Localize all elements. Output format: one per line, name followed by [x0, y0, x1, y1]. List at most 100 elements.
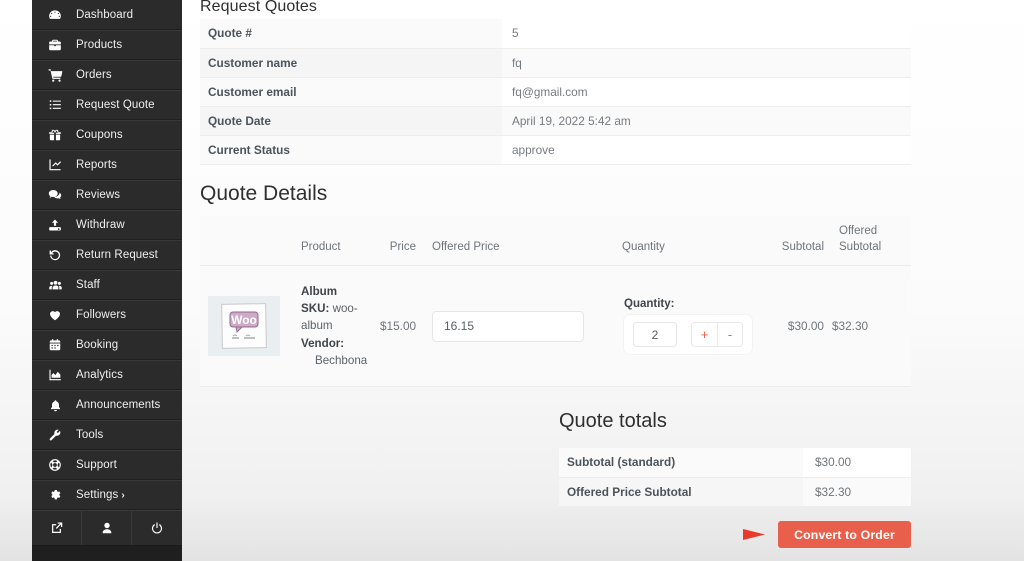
total-key: Subtotal (standard)	[559, 448, 803, 478]
cart-icon	[45, 68, 65, 83]
sidebar-item-label: Staff	[76, 279, 100, 291]
gift-icon	[45, 128, 65, 142]
offered-price-input[interactable]	[432, 310, 584, 342]
vendor-value: Bechbona	[315, 354, 368, 368]
sidebar-item-orders[interactable]: Orders	[32, 60, 182, 90]
sidebar-item-settings[interactable]: Settings ›	[32, 480, 182, 510]
offered-price-cell	[420, 265, 588, 388]
annotation-arrow-icon	[687, 529, 765, 540]
sidebar-item-staff[interactable]: Staff	[32, 270, 182, 300]
vendor-label: Vendor:	[301, 336, 345, 350]
total-value: $30.00	[803, 448, 911, 478]
row-value: 5	[502, 19, 911, 49]
row-key: Customer email	[200, 77, 502, 107]
row-value: fq@gmail.com	[502, 77, 911, 107]
sidebar-item-label: Settings	[76, 489, 119, 501]
product-thumbnail: Woo	[208, 296, 280, 357]
sidebar-item-booking[interactable]: Booking	[32, 330, 182, 360]
users-icon	[45, 278, 65, 293]
col-product: Product	[297, 216, 376, 267]
sidebar-item-reports[interactable]: Reports	[32, 150, 182, 180]
lifebuoy-icon	[45, 458, 65, 472]
quantity-decrement-button[interactable]: -	[717, 322, 743, 348]
quantity-input[interactable]	[633, 322, 677, 348]
list-icon	[45, 98, 65, 112]
row-key: Current Status	[200, 135, 502, 165]
table-row: Woo Album SKU: woo-album Vendor: Bechbon…	[200, 265, 911, 388]
sku-label: SKU:	[301, 301, 330, 315]
sidebar-item-coupons[interactable]: Coupons	[32, 120, 182, 150]
col-offered-subtotal: Offered Subtotal	[828, 216, 911, 267]
product-offered-subtotal: $32.30	[828, 265, 911, 388]
total-key: Offered Price Subtotal	[559, 477, 803, 507]
sidebar-item-label: Analytics	[76, 369, 123, 381]
page-title: Request Quotes	[200, 0, 318, 15]
total-value: $32.30	[803, 477, 911, 507]
user-icon	[100, 521, 114, 535]
external-link-icon	[50, 521, 64, 535]
logout-button[interactable]	[132, 511, 182, 545]
visit-store-button[interactable]	[32, 511, 82, 545]
sidebar-item-support[interactable]: Support	[32, 450, 182, 480]
quote-totals-title: Quote totals	[559, 410, 667, 432]
table-row: Quote # 5	[200, 19, 911, 49]
col-offered-price: Offered Price	[420, 216, 588, 267]
sidebar-item-label: Support	[76, 459, 117, 471]
woo-album-artwork-icon: Woo	[221, 303, 267, 349]
product-price: $15.00	[376, 265, 420, 388]
table-row: Subtotal (standard) $30.00	[559, 448, 911, 478]
sidebar-item-announcements[interactable]: Announcements	[32, 390, 182, 420]
chart-area-icon	[45, 368, 65, 382]
upload-icon	[45, 218, 65, 232]
table-row: Offered Price Subtotal $32.30	[559, 477, 911, 507]
quote-info-table: Quote # 5 Customer name fq Customer emai…	[200, 19, 911, 165]
chevron-right-icon: ›	[121, 489, 125, 501]
sidebar-item-return-request[interactable]: Return Request	[32, 240, 182, 270]
sidebar-footer	[32, 510, 182, 546]
sidebar-item-analytics[interactable]: Analytics	[32, 360, 182, 390]
wrench-icon	[45, 428, 65, 442]
quote-details-title: Quote Details	[200, 182, 328, 205]
sidebar-item-products[interactable]: Products	[32, 30, 182, 60]
sidebar-item-label: Reports	[76, 159, 117, 171]
col-price: Price	[376, 216, 420, 267]
col-thumbnail	[200, 216, 297, 267]
table-row: Quote Date April 19, 2022 5:42 am	[200, 106, 911, 136]
sidebar-item-label: Booking	[76, 339, 119, 351]
product-name: Album	[301, 284, 338, 298]
product-thumbnail-cell: Woo	[200, 265, 297, 388]
calendar-icon	[45, 338, 65, 352]
sidebar-item-tools[interactable]: Tools	[32, 420, 182, 450]
sidebar-item-label: Dashboard	[76, 8, 134, 21]
row-value: fq	[502, 48, 911, 78]
bell-icon	[45, 399, 65, 412]
sidebar-item-request-quote[interactable]: Request Quote	[32, 90, 182, 120]
table-row: Customer email fq@gmail.com	[200, 77, 911, 107]
table-row: Customer name fq	[200, 48, 911, 78]
power-icon	[150, 521, 164, 535]
row-value: approve	[502, 135, 911, 165]
convert-to-order-button[interactable]: Convert to Order	[778, 521, 911, 548]
product-subtotal: $30.00	[758, 265, 828, 388]
briefcase-icon	[45, 38, 65, 52]
profile-button[interactable]	[82, 511, 132, 545]
main-content: Request Quotes Quote # 5 Customer name f…	[182, 0, 1024, 561]
sidebar-item-dashboard[interactable]: Dashboard	[32, 0, 182, 30]
table-header-row: Product Price Offered Price Quantity Sub…	[200, 216, 911, 267]
comments-icon	[45, 188, 65, 202]
quantity-cell: Quantity: + -	[588, 265, 758, 388]
quantity-increment-button[interactable]: +	[691, 322, 717, 348]
sidebar-item-label: Tools	[76, 429, 104, 441]
product-info-cell: Album SKU: woo-album Vendor: Bechbona	[297, 265, 376, 388]
sidebar-item-label: Request Quote	[76, 99, 155, 111]
sidebar-item-withdraw[interactable]: Withdraw	[32, 210, 182, 240]
sidebar-item-label: Coupons	[76, 129, 123, 141]
sidebar: Dashboard Products Orders Request Quote …	[32, 0, 182, 561]
sidebar-item-reviews[interactable]: Reviews	[32, 180, 182, 210]
col-quantity: Quantity	[588, 216, 758, 267]
quantity-stepper: + -	[624, 315, 752, 355]
sidebar-item-label: Withdraw	[76, 219, 125, 231]
sidebar-item-followers[interactable]: Followers	[32, 300, 182, 330]
sidebar-filler	[32, 546, 182, 561]
sidebar-item-label: Announcements	[76, 399, 161, 411]
